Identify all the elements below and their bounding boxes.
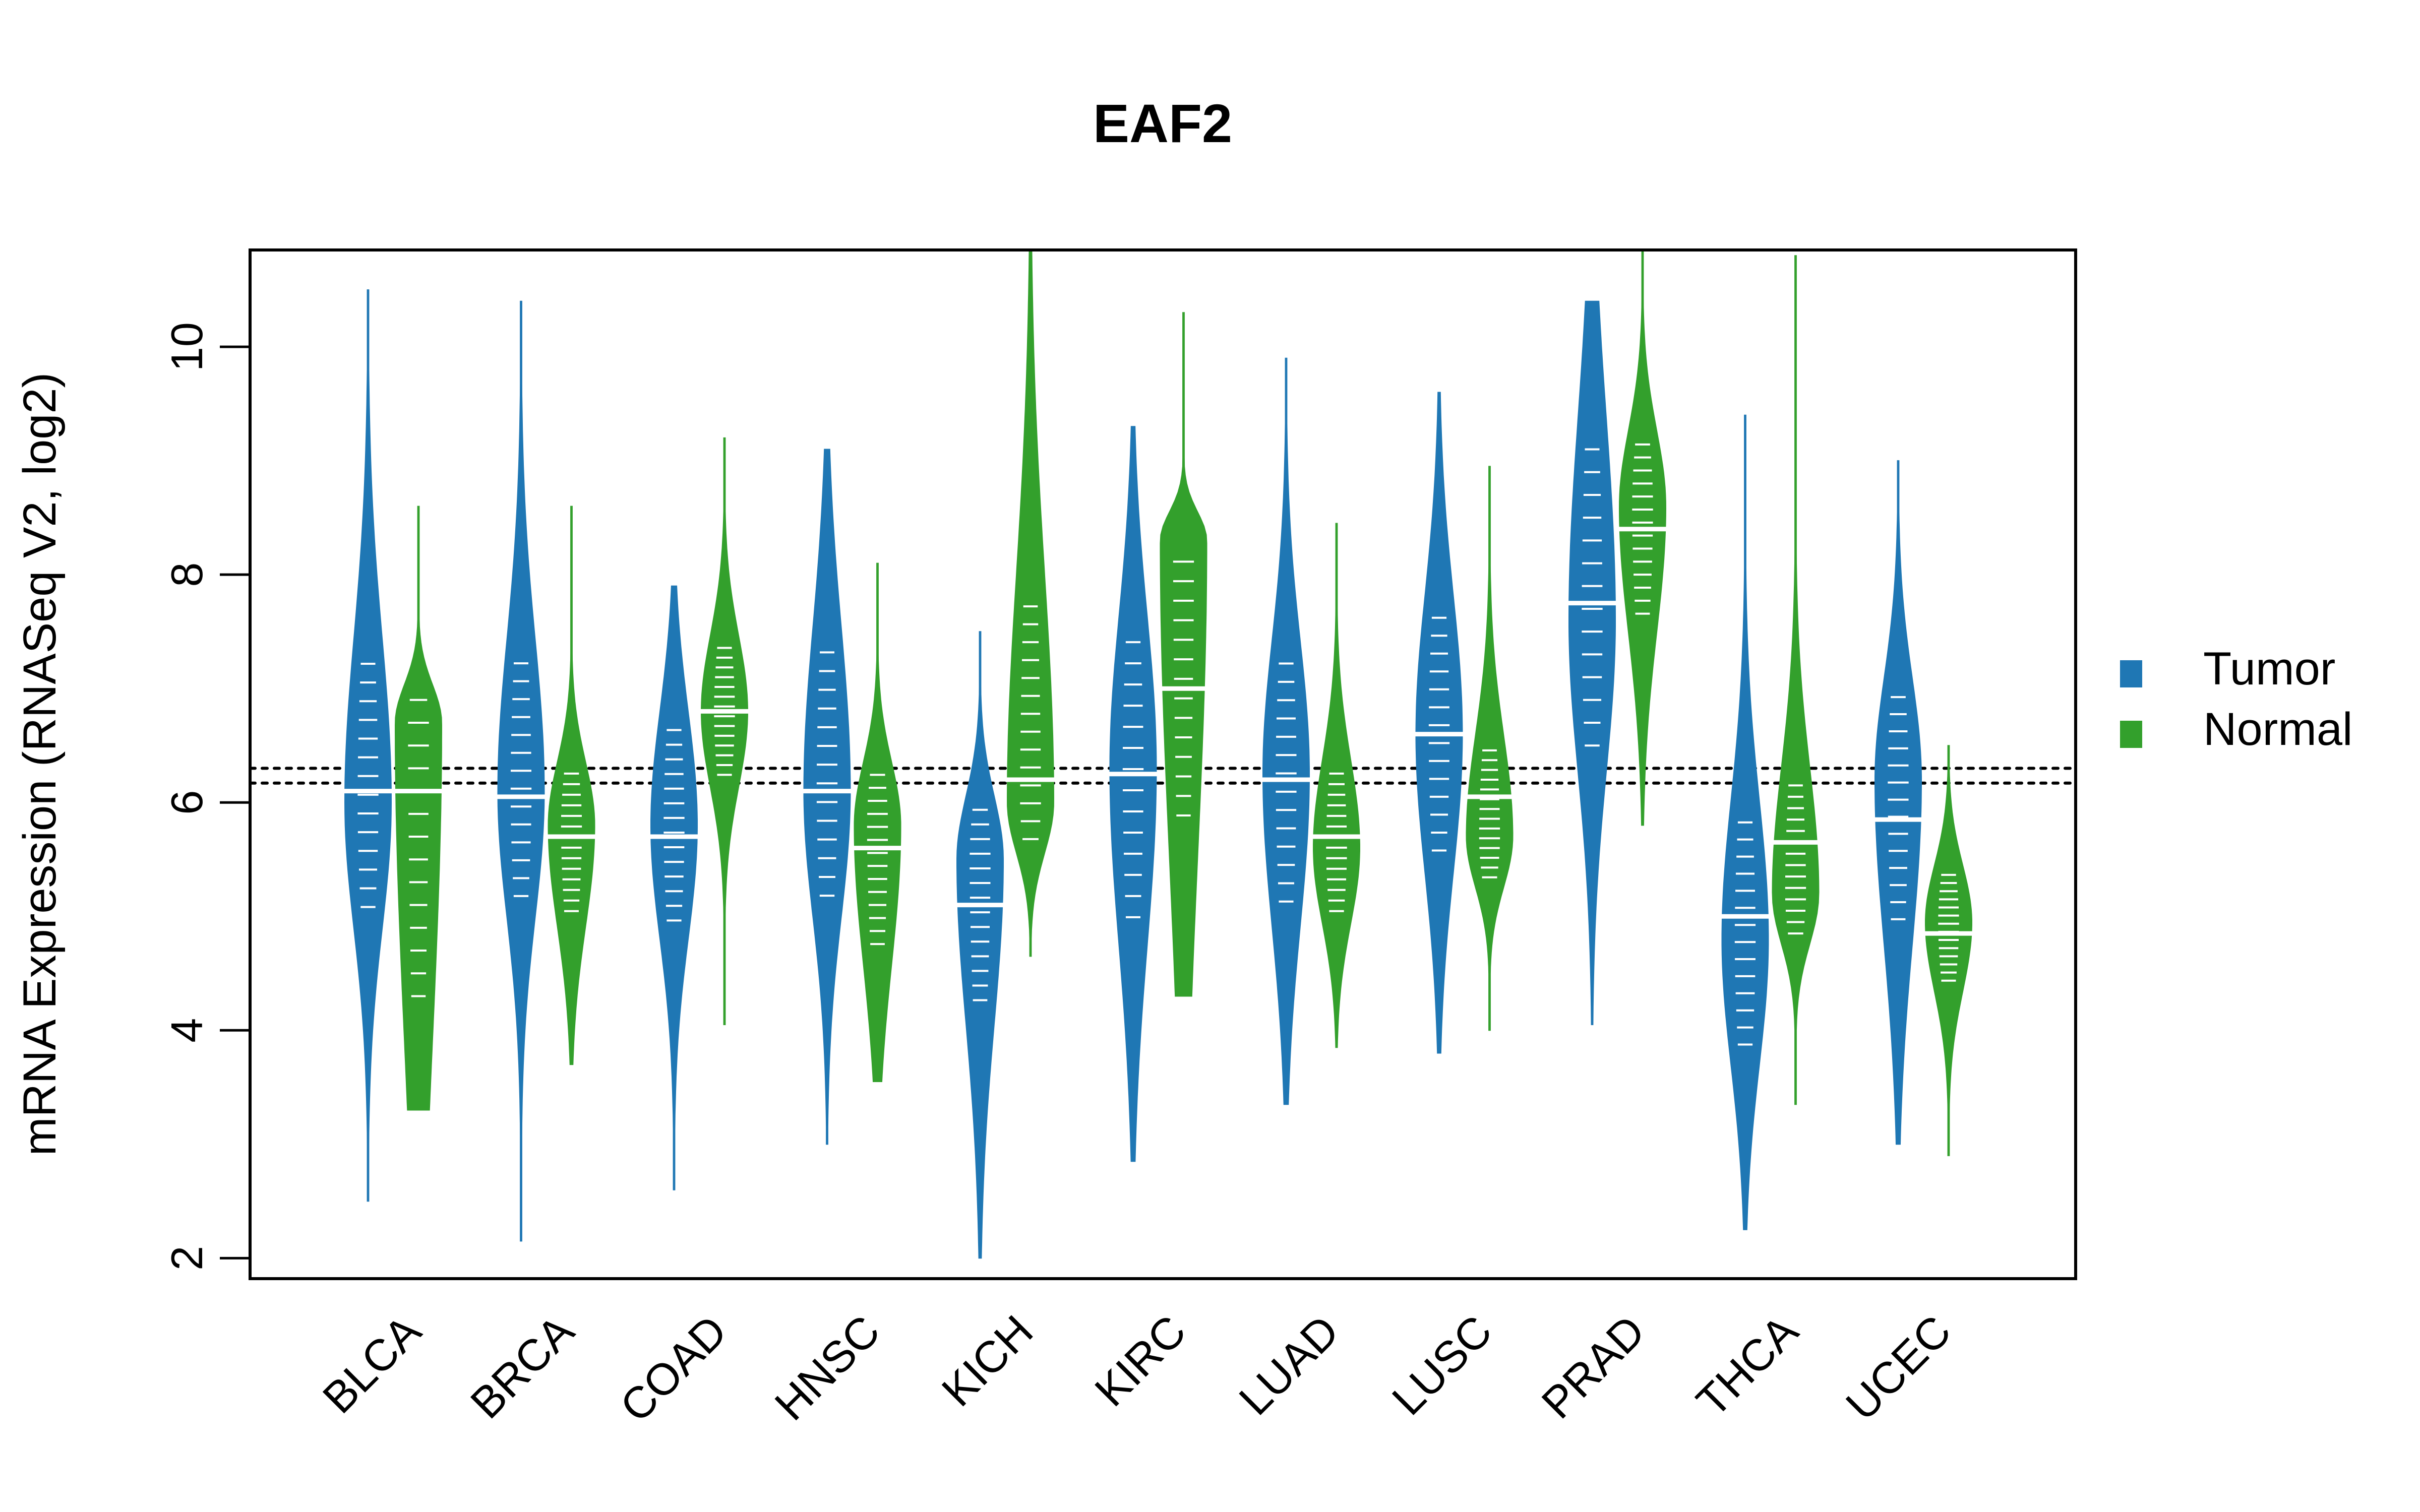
x-tick-label: BLCA (313, 1305, 431, 1423)
violin-tumor-coad (649, 585, 699, 1190)
violin-tumor-kirc (1108, 426, 1159, 1162)
y-tick-label: 6 (162, 790, 212, 815)
violin-tumor-thca (1720, 414, 1770, 1230)
plot-area (249, 249, 2077, 1259)
x-tick-label: HNSC (765, 1305, 889, 1429)
legend-label-normal: Normal (2203, 704, 2352, 755)
x-tick-label: COAD (611, 1305, 737, 1431)
violin-tumor-blca (343, 289, 393, 1202)
violin-normal-kich (1005, 249, 1056, 957)
x-tick-label: LUSC (1382, 1305, 1501, 1424)
violin-normal-thca (1772, 255, 1820, 1105)
y-tick-label: 8 (162, 562, 212, 587)
y-axis-label: mRNA Expression (RNASeq V2, log2) (14, 372, 66, 1156)
legend-swatch-tumor (2120, 660, 2142, 687)
y-axis: 2 4 6 8 10 (162, 322, 250, 1271)
violin-chart: EAF2 2 4 6 8 10 BLCA BRCA COAD HNSC KICH KIRC LUAD… (14, 93, 2352, 1431)
violin-normal-blca (394, 506, 443, 1111)
x-tick-label: PRAD (1532, 1305, 1655, 1428)
x-tick-label: LUAD (1229, 1305, 1348, 1424)
violin-normal-kirc (1160, 312, 1207, 997)
violin-normal-luad (1311, 523, 1362, 1048)
violin-tumor-brca (496, 300, 547, 1242)
violin-normal-ucec (1923, 745, 1974, 1156)
violin-normal-brca (546, 506, 597, 1065)
violin-normal-coad (699, 437, 750, 1025)
y-tick-label: 4 (162, 1018, 212, 1043)
violin-normal-prad (1617, 249, 1668, 826)
x-tick-label: KIRC (1085, 1305, 1195, 1416)
violin-tumor-ucec (1873, 460, 1923, 1145)
x-tick-label: THCA (1687, 1305, 1808, 1426)
violin-tumor-lusc (1414, 392, 1465, 1054)
legend: Tumor Normal (2120, 643, 2352, 755)
y-tick-label: 2 (162, 1246, 212, 1271)
violin-tumor-kich (955, 631, 1005, 1259)
x-axis: BLCA BRCA COAD HNSC KICH KIRC LUAD LUSC PRAD THCA… (313, 1305, 1961, 1431)
x-tick-label: UCEC (1836, 1305, 1960, 1429)
x-tick-label: BRCA (461, 1305, 583, 1428)
violin-tumor-luad (1261, 357, 1311, 1105)
violin-normal-hnsc (853, 562, 902, 1082)
legend-label-tumor: Tumor (2203, 643, 2335, 695)
x-tick-label: KICH (932, 1305, 1043, 1416)
y-tick-label: 10 (162, 322, 212, 371)
chart-title: EAF2 (1093, 93, 1232, 154)
violin-tumor-hnsc (802, 449, 853, 1145)
violin-normal-lusc (1466, 466, 1514, 1031)
legend-swatch-normal (2120, 721, 2142, 748)
violin-tumor-prad (1567, 300, 1617, 1025)
